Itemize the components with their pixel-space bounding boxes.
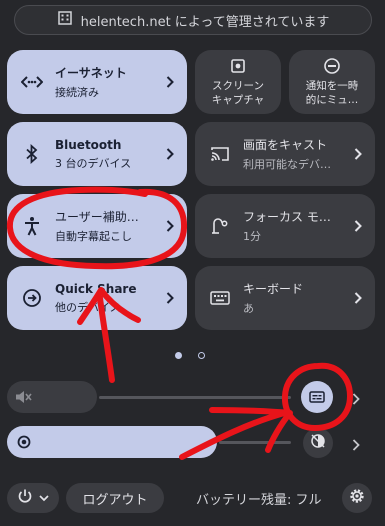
- screen-capture-icon: [230, 57, 246, 75]
- chevron-right-icon[interactable]: [163, 75, 177, 89]
- brightness-chevron-right-icon[interactable]: [352, 436, 360, 455]
- managed-banner[interactable]: helentech.net によって管理されています: [14, 5, 372, 35]
- accessibility-subtitle: 自動字幕起こし: [55, 230, 132, 243]
- screen-capture-label-2: キャプチャ: [211, 94, 265, 106]
- cast-tile[interactable]: 画面をキャスト 利用可能なデバ…: [195, 122, 375, 186]
- managed-banner-text: helentech.net によって管理されています: [80, 14, 330, 30]
- focus-mode-tile[interactable]: フォーカス モ… 1分: [195, 194, 375, 258]
- page-dot-1[interactable]: [175, 352, 182, 359]
- do-not-disturb-label-1: 通知を一時: [305, 80, 359, 92]
- ethernet-icon: [21, 71, 43, 93]
- quick-share-icon: [21, 287, 43, 309]
- brightness-slider-track[interactable]: [219, 441, 291, 444]
- brightness-slider-fill[interactable]: [7, 426, 217, 458]
- battery-status: バッテリー残量: フル: [196, 493, 322, 508]
- sign-out-label: ログアウト: [82, 492, 148, 508]
- chevron-right-icon[interactable]: [351, 291, 365, 305]
- focus-mode-title: フォーカス モ…: [243, 210, 331, 224]
- bluetooth-tile[interactable]: Bluetooth 3 台のデバイス: [7, 122, 187, 186]
- live-caption-icon: [309, 388, 325, 407]
- volume-slider-track[interactable]: [99, 396, 291, 399]
- screen-capture-tile[interactable]: スクリーン キャプチャ: [195, 50, 281, 114]
- chevron-right-icon[interactable]: [163, 291, 177, 305]
- sign-out-button[interactable]: ログアウト: [66, 483, 164, 513]
- bluetooth-icon: [21, 143, 43, 165]
- quick-share-title: Quick Share: [55, 281, 137, 296]
- do-not-disturb-tile[interactable]: 通知を一時 的にミュ…: [289, 50, 375, 114]
- do-not-disturb-label-2: 的にミュ…: [305, 94, 359, 106]
- cast-icon: [209, 143, 231, 165]
- bluetooth-subtitle: 3 台のデバイス: [55, 156, 132, 170]
- keyboard-tile[interactable]: キーボード あ: [195, 266, 375, 330]
- keyboard-icon: [209, 287, 231, 309]
- ethernet-title: イーサネット: [55, 66, 127, 80]
- live-caption-button[interactable]: [301, 381, 333, 413]
- quick-share-tile[interactable]: Quick Share 他のデバイス: [7, 266, 187, 330]
- accessibility-person-icon: [21, 215, 43, 237]
- gear-icon: [348, 487, 366, 509]
- chevron-right-icon[interactable]: [351, 219, 365, 233]
- night-light-button[interactable]: [303, 428, 333, 458]
- focus-mode-subtitle: 1分: [243, 230, 261, 243]
- accessibility-title: ユーザー補助…: [55, 210, 139, 224]
- cast-subtitle: 利用可能なデバ…: [243, 158, 331, 171]
- volume-muted-icon[interactable]: [15, 389, 33, 409]
- focus-mode-icon: [209, 215, 231, 237]
- chevron-right-icon[interactable]: [163, 219, 177, 233]
- cast-title: 画面をキャスト: [243, 138, 328, 152]
- power-icon: [17, 488, 33, 508]
- night-light-icon: [310, 433, 326, 453]
- chevron-right-icon[interactable]: [163, 147, 177, 161]
- bluetooth-title: Bluetooth: [55, 137, 122, 152]
- brightness-icon: [16, 434, 32, 454]
- power-menu-button[interactable]: [7, 483, 59, 513]
- building-icon: [57, 10, 73, 30]
- chevron-right-icon[interactable]: [351, 147, 365, 161]
- accessibility-tile[interactable]: ユーザー補助… 自動字幕起こし: [7, 194, 187, 258]
- page-dot-2[interactable]: [198, 352, 205, 359]
- chevron-down-icon: [39, 491, 49, 506]
- settings-button[interactable]: [342, 483, 372, 513]
- keyboard-subtitle: あ: [243, 302, 254, 315]
- ethernet-tile[interactable]: イーサネット 接続済み: [7, 50, 187, 114]
- do-not-disturb-icon: [323, 57, 341, 75]
- quick-share-subtitle: 他のデバイス: [55, 300, 121, 314]
- screen-capture-label-1: スクリーン: [212, 80, 264, 92]
- volume-chevron-right-icon[interactable]: [352, 390, 360, 409]
- keyboard-title: キーボード: [243, 282, 304, 296]
- ethernet-subtitle: 接続済み: [55, 86, 99, 99]
